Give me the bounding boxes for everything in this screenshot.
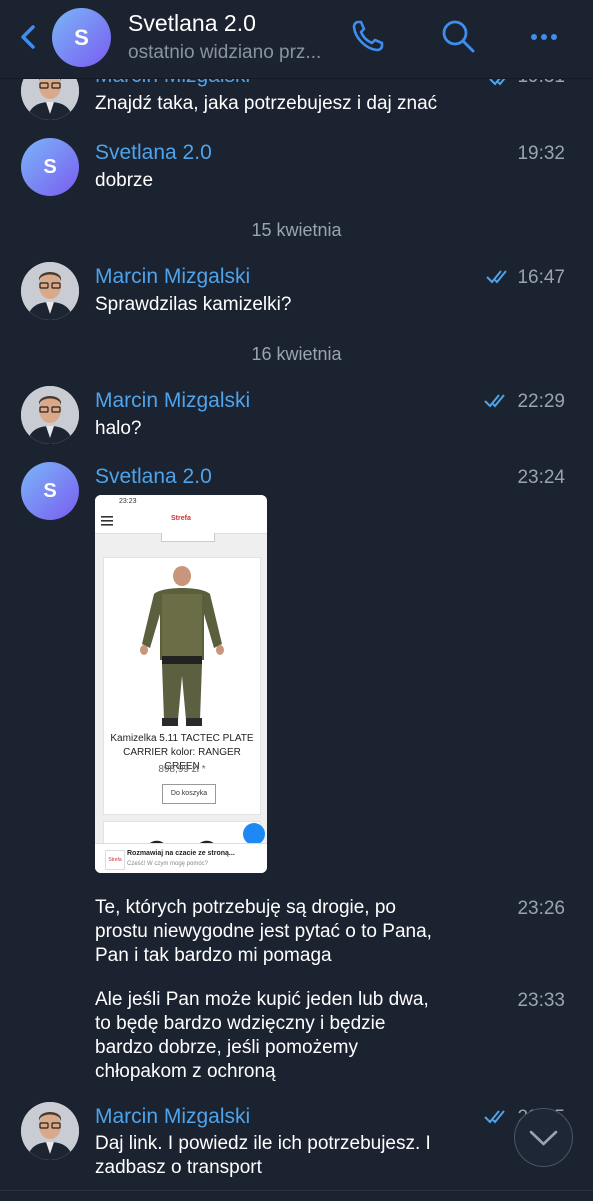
attachment-chat-bar: Strefa Rozmawiaj na czacie ze stroną... … bbox=[95, 843, 267, 873]
chat-header: S Svetlana 2.0 ostatnio widziano prz... bbox=[0, 0, 593, 79]
avatar[interactable] bbox=[21, 1102, 79, 1160]
messenger-icon bbox=[243, 823, 265, 845]
contact-avatar[interactable]: S bbox=[52, 8, 111, 67]
message-text: Sprawdzilas kamizelki? bbox=[95, 294, 292, 315]
sender-name[interactable]: Marcin Mizgalski bbox=[95, 1105, 250, 1129]
read-checkmarks-icon bbox=[484, 394, 505, 408]
more-options-icon[interactable] bbox=[524, 16, 564, 56]
sender-name[interactable]: Marcin Mizgalski bbox=[95, 389, 250, 413]
input-bar-edge bbox=[0, 1190, 593, 1201]
message-time: 23:33 bbox=[517, 990, 565, 1011]
avatar[interactable] bbox=[21, 386, 79, 444]
avatar[interactable] bbox=[21, 262, 79, 320]
product-vest-photo bbox=[140, 566, 224, 726]
message-time: 19:32 bbox=[517, 143, 565, 164]
search-icon[interactable] bbox=[438, 16, 478, 56]
message-time: 23:24 bbox=[517, 467, 565, 488]
message-text: dobrze bbox=[95, 170, 154, 191]
attachment-nav-bar: Strefa bbox=[95, 509, 267, 534]
date-separator: 15 kwietnia bbox=[251, 220, 342, 240]
read-checkmarks-icon bbox=[484, 1110, 505, 1124]
product-card: Kamizelka 5.11 TACTEC PLATE CARRIER kolo… bbox=[103, 557, 261, 815]
contact-name[interactable]: Svetlana 2.0 bbox=[128, 10, 256, 37]
date-separator: 16 kwietnia bbox=[251, 344, 342, 364]
message-time: 16:47 bbox=[517, 267, 565, 288]
message-text: Te, których potrzebuję są drogie, po pro… bbox=[95, 897, 432, 966]
profile-photo bbox=[21, 386, 79, 444]
profile-photo bbox=[21, 262, 79, 320]
message-time: 22:29 bbox=[517, 391, 565, 412]
scroll-to-bottom-button[interactable] bbox=[514, 1108, 573, 1167]
message-text: Znajdź taka, jaka potrzebujesz i daj zna… bbox=[95, 93, 438, 114]
message-text: Daj link. I powiedz ile ich potrzebujesz… bbox=[95, 1133, 431, 1178]
menu-icon bbox=[101, 516, 113, 526]
message-time: 23:26 bbox=[517, 898, 565, 919]
sender-name[interactable]: Svetlana 2.0 bbox=[95, 141, 212, 165]
product-price: 898,99 zł * bbox=[158, 764, 206, 775]
attachment-prev-button bbox=[161, 533, 215, 542]
chevron-down-icon bbox=[529, 1130, 558, 1146]
phone-call-icon[interactable] bbox=[348, 16, 388, 56]
image-attachment[interactable]: 23:23 Strefa Kamizelka 5.11 TACTEC PLATE… bbox=[95, 495, 267, 873]
back-chevron-icon[interactable] bbox=[14, 22, 44, 52]
sender-name[interactable]: Svetlana 2.0 bbox=[95, 465, 212, 489]
message-text: halo? bbox=[95, 418, 142, 439]
attachment-status-bar: 23:23 bbox=[95, 495, 267, 509]
message-text: Ale jeśli Pan może kupić jeden lub dwa, … bbox=[95, 989, 429, 1082]
add-to-cart-button: Do koszyka bbox=[162, 784, 216, 804]
attachment-status-time: 23:23 bbox=[119, 498, 137, 505]
avatar[interactable]: S bbox=[21, 138, 79, 196]
sender-name[interactable]: Marcin Mizgalski bbox=[95, 265, 250, 289]
profile-photo bbox=[21, 1102, 79, 1160]
shop-logo-text: Strefa bbox=[171, 515, 191, 522]
avatar[interactable]: S bbox=[21, 462, 79, 520]
chat-subtitle: Cześć! W czym mogę pomóc? bbox=[127, 861, 209, 867]
chat-title: Rozmawiaj na czacie ze stroną... bbox=[127, 850, 235, 857]
last-seen-status: ostatnio widziano prz... bbox=[128, 42, 322, 63]
read-checkmarks-icon bbox=[486, 270, 507, 284]
chat-logo: Strefa bbox=[105, 850, 125, 870]
